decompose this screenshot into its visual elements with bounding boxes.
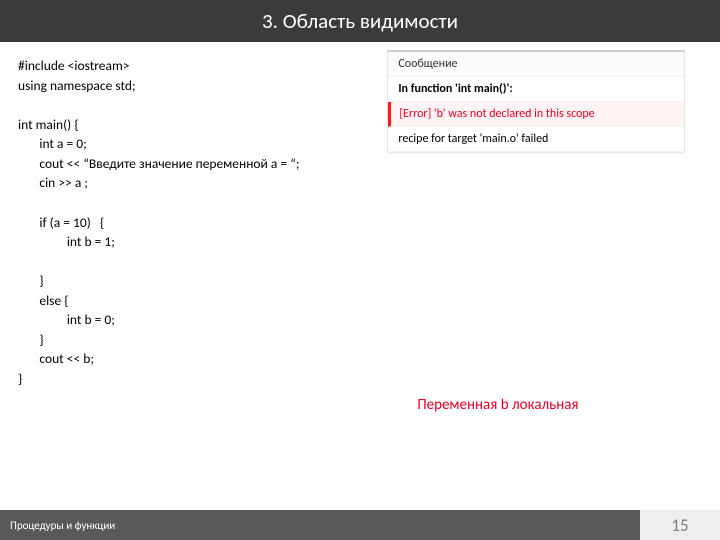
- right-column: Сообщение In function 'int main()':[Erro…: [387, 56, 702, 389]
- error-line: [Error] 'b' was not declared in this sco…: [388, 102, 684, 127]
- error-panel: Сообщение In function 'int main()':[Erro…: [387, 50, 685, 153]
- footer-left-label: Процедуры и функции: [0, 510, 640, 540]
- error-panel-body: In function 'int main()':[Error] 'b' was…: [388, 77, 684, 152]
- slide: 3. Область видимости #include <iostream>…: [0, 0, 720, 540]
- annotation-note: Переменная b локальная: [417, 396, 578, 414]
- footer: Процедуры и функции 15: [0, 510, 720, 540]
- page-number: 15: [671, 515, 688, 536]
- title-bar: 3. Область видимости: [0, 0, 720, 42]
- error-panel-header: Сообщение: [388, 52, 684, 77]
- slide-title: 3. Область видимости: [262, 8, 458, 34]
- error-line: recipe for target 'main.o' failed: [388, 127, 684, 152]
- error-line: In function 'int main()':: [388, 77, 684, 102]
- footer-page-number: 15: [640, 510, 720, 540]
- content-area: #include <iostream> using namespace std;…: [0, 42, 720, 389]
- code-block: #include <iostream> using namespace std;…: [18, 56, 387, 389]
